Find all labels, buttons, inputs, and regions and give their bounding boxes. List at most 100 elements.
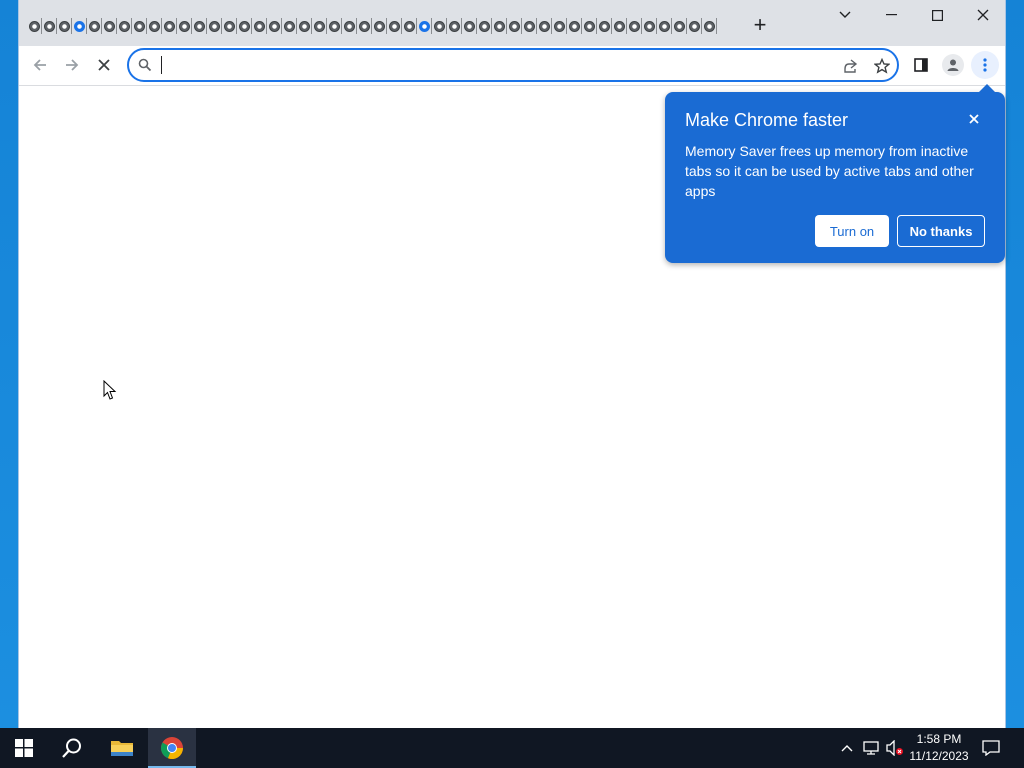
tab[interactable] [387, 15, 402, 37]
back-icon [33, 59, 46, 71]
tab[interactable] [477, 15, 492, 37]
chrome-taskbar-button[interactable] [148, 728, 196, 768]
tab[interactable] [507, 15, 522, 37]
tab[interactable] [132, 15, 147, 37]
tab[interactable] [432, 15, 447, 37]
tab[interactable] [402, 15, 417, 37]
tab-favicon-icon [314, 20, 325, 32]
tab-search-button[interactable] [822, 0, 868, 30]
desktop-background-right [1006, 0, 1024, 728]
tab-favicon-icon [494, 20, 505, 32]
tab-favicon-icon [449, 20, 460, 32]
tab-favicon-icon [179, 20, 190, 32]
clock[interactable]: 1:58 PM 11/12/2023 [906, 731, 972, 765]
tab-favicon-icon [224, 20, 235, 32]
tab[interactable] [597, 15, 612, 37]
tab[interactable] [357, 15, 372, 37]
tab[interactable] [282, 15, 297, 37]
tab[interactable] [537, 15, 552, 37]
side-panel-button[interactable] [907, 51, 935, 79]
bubble-close-button[interactable] [965, 110, 983, 128]
stop-button[interactable] [90, 51, 118, 79]
tab-favicon-icon [269, 20, 280, 32]
close-window-button[interactable] [960, 0, 1006, 30]
tab[interactable] [102, 15, 117, 37]
tab[interactable] [642, 15, 657, 37]
tab-favicon-icon [614, 20, 625, 32]
tab[interactable] [492, 15, 507, 37]
network-button[interactable] [862, 739, 880, 757]
share-button[interactable] [839, 55, 861, 77]
tab[interactable] [207, 15, 222, 37]
forward-button[interactable] [58, 51, 86, 79]
tab-favicon-icon [464, 20, 475, 32]
minimize-button[interactable] [868, 0, 914, 30]
tab[interactable] [522, 15, 537, 37]
file-explorer-button[interactable] [98, 728, 146, 768]
tab[interactable] [87, 15, 102, 37]
tab[interactable] [672, 15, 687, 37]
tab[interactable] [627, 15, 642, 37]
tab[interactable] [372, 15, 387, 37]
tab[interactable] [612, 15, 627, 37]
tab[interactable] [462, 15, 477, 37]
tab[interactable] [177, 15, 192, 37]
tab[interactable] [342, 15, 357, 37]
start-button[interactable] [0, 728, 48, 768]
notifications-button[interactable] [982, 739, 1000, 757]
address-bar[interactable] [127, 48, 899, 82]
bubble-body: Memory Saver frees up memory from inacti… [685, 143, 974, 199]
turn-on-button[interactable]: Turn on [815, 215, 889, 247]
no-thanks-button[interactable]: No thanks [897, 215, 985, 247]
tab[interactable] [327, 15, 342, 37]
tab[interactable] [42, 15, 57, 37]
chevron-up-icon [841, 745, 853, 752]
minimize-icon [885, 14, 897, 16]
volume-button[interactable] [886, 739, 904, 757]
avatar [942, 54, 964, 76]
tab-favicon-icon [659, 20, 670, 32]
taskbar-search-button[interactable] [48, 728, 96, 768]
tab[interactable] [702, 15, 717, 37]
tab[interactable] [162, 15, 177, 37]
show-hidden-icons-button[interactable] [838, 739, 856, 757]
text-caret [161, 56, 162, 74]
notification-icon [982, 740, 1000, 756]
tab[interactable] [687, 15, 702, 37]
memory-saver-bubble: Make Chrome faster Memory Saver frees up… [665, 84, 1005, 263]
profile-button[interactable] [939, 51, 967, 79]
back-button[interactable] [26, 51, 54, 79]
tab[interactable] [267, 15, 282, 37]
tab[interactable] [192, 15, 207, 37]
tab[interactable] [237, 15, 252, 37]
menu-button[interactable] [971, 51, 999, 79]
tab[interactable] [657, 15, 672, 37]
tab[interactable] [252, 15, 267, 37]
tab[interactable] [567, 15, 582, 37]
address-input[interactable] [159, 54, 819, 76]
tab[interactable] [552, 15, 567, 37]
tab[interactable] [297, 15, 312, 37]
tab[interactable] [57, 15, 72, 37]
tab-favicon-icon [329, 20, 340, 32]
new-tab-button[interactable]: + [747, 13, 773, 39]
tab[interactable] [117, 15, 132, 37]
side-panel-icon [914, 58, 928, 72]
bookmark-button[interactable] [871, 55, 893, 77]
tab[interactable] [582, 15, 597, 37]
tab[interactable] [417, 15, 432, 37]
tab-favicon-icon [194, 20, 205, 32]
tab[interactable] [222, 15, 237, 37]
chevron-down-icon [839, 11, 851, 18]
tab-favicon-icon [644, 20, 655, 32]
tab-favicon-icon [104, 20, 115, 32]
maximize-button[interactable] [914, 0, 960, 30]
tab[interactable] [447, 15, 462, 37]
tab-favicon-icon [539, 20, 550, 32]
search-icon [62, 738, 81, 758]
tab[interactable] [27, 15, 42, 37]
tab-favicon-icon [149, 20, 160, 32]
tab[interactable] [147, 15, 162, 37]
tab[interactable] [72, 15, 87, 37]
tab[interactable] [312, 15, 327, 37]
